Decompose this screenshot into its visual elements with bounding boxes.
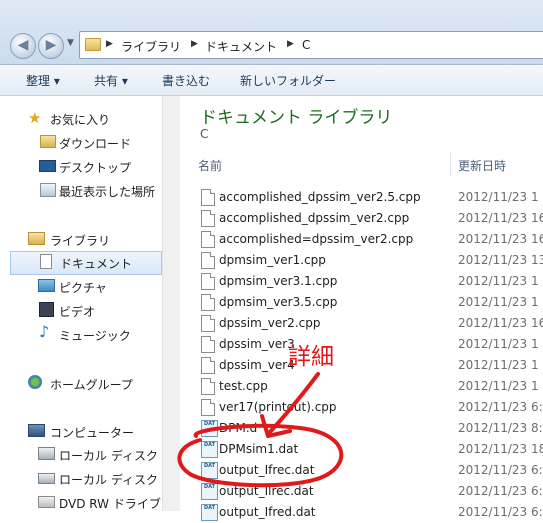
annotation-circle xyxy=(177,423,344,488)
annotation-arrow xyxy=(268,372,320,434)
annotation-overlay xyxy=(177,372,344,488)
